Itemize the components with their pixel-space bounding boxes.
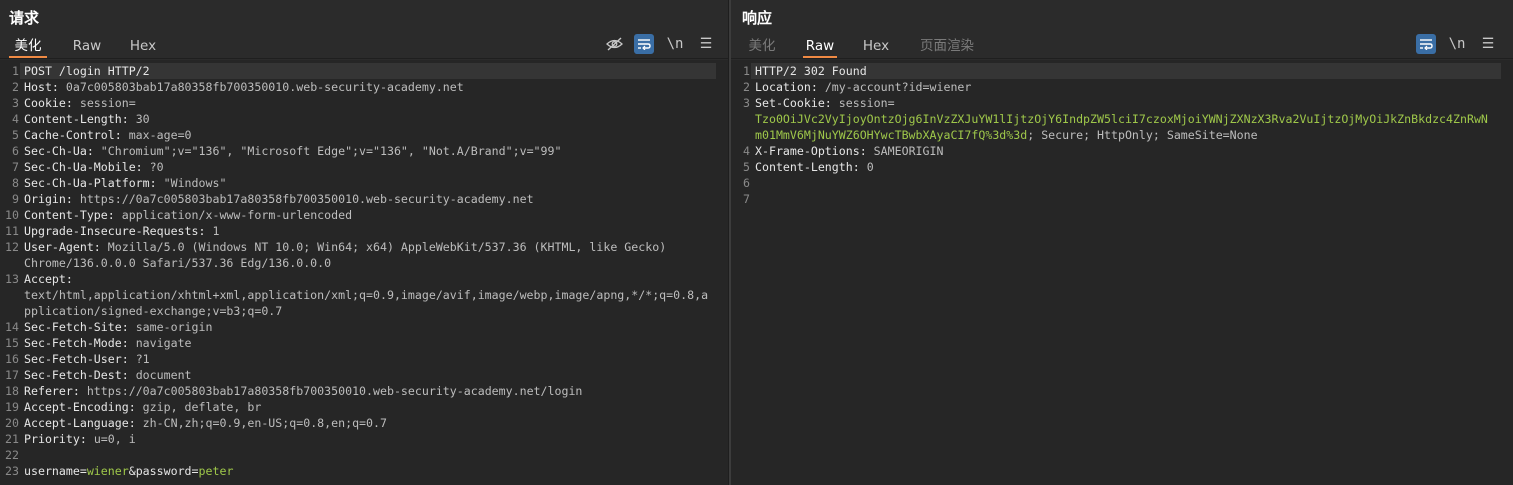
line-content: X-Frame-Options: SAMEORIGIN bbox=[755, 144, 944, 158]
line-content: POST /login HTTP/2 bbox=[24, 64, 150, 78]
line-number: 23 bbox=[5, 464, 19, 478]
line-number: 7 bbox=[743, 192, 750, 206]
line-content: Set-Cookie: session= bbox=[755, 96, 895, 110]
response-pane: 响应 美化 Raw Hex 页面渲染 \n ☰ 1 HTTP/2 302 Foun… bbox=[731, 0, 1513, 485]
line-number: 18 bbox=[5, 384, 19, 398]
line-number: 1 bbox=[12, 64, 19, 78]
line-content: Sec-Ch-Ua-Mobile: ?0 bbox=[24, 160, 164, 174]
line-number: 16 bbox=[5, 352, 19, 366]
line-content: Sec-Fetch-Dest: document bbox=[24, 368, 192, 382]
tab-hex[interactable]: Hex bbox=[126, 36, 160, 56]
line-content: Cache-Control: max-age=0 bbox=[24, 128, 192, 142]
tab-divider bbox=[0, 58, 728, 59]
tab-divider bbox=[731, 58, 1513, 59]
line-content: User-Agent: Mozilla/5.0 (Windows NT 10.0… bbox=[24, 240, 667, 254]
tab-hex[interactable]: Hex bbox=[859, 36, 893, 56]
newline-toggle[interactable]: \n bbox=[1447, 34, 1467, 54]
line-content: Sec-Fetch-Mode: navigate bbox=[24, 336, 192, 350]
menu-icon[interactable]: ☰ bbox=[1478, 34, 1498, 54]
line-number: 8 bbox=[12, 176, 19, 190]
eye-slash-icon[interactable] bbox=[604, 34, 624, 54]
line-number: 1 bbox=[743, 64, 750, 78]
line-content: Content-Length: 0 bbox=[755, 160, 874, 174]
line-content: Content-Type: application/x-www-form-url… bbox=[24, 208, 353, 222]
line-content: Content-Length: 30 bbox=[24, 112, 150, 126]
line-number: 3 bbox=[12, 96, 19, 110]
tab-raw[interactable]: Raw bbox=[803, 36, 837, 58]
line-content: Sec-Ch-Ua-Platform: "Windows" bbox=[24, 176, 227, 190]
line-number: 19 bbox=[5, 400, 19, 414]
line-number: 4 bbox=[12, 112, 19, 126]
line-content: Accept-Encoding: gzip, deflate, br bbox=[24, 400, 262, 414]
line-number: 22 bbox=[5, 448, 19, 462]
line-content: Sec-Fetch-User: ?1 bbox=[24, 352, 150, 366]
line-number: 6 bbox=[12, 144, 19, 158]
tab-raw[interactable]: Raw bbox=[70, 36, 104, 56]
line-content: Priority: u=0, i bbox=[24, 432, 136, 446]
line-number: 2 bbox=[12, 80, 19, 94]
line-content: Sec-Ch-Ua: "Chromium";v="136", "Microsof… bbox=[24, 144, 562, 158]
line-content: text/html,application/xhtml+xml,applicat… bbox=[24, 288, 709, 302]
tab-render[interactable]: 页面渲染 bbox=[917, 36, 977, 56]
wrap-icon[interactable] bbox=[1416, 34, 1436, 54]
line-content: Accept: bbox=[24, 272, 80, 286]
line-number: 5 bbox=[743, 160, 750, 174]
line-content: Tzo0OiJVc2VyIjoyOntzOjg6InVzZXJuYW1lIjtz… bbox=[755, 112, 1488, 126]
wrap-icon[interactable] bbox=[634, 34, 654, 54]
line-number: 3 bbox=[743, 96, 750, 110]
line-content: HTTP/2 302 Found bbox=[755, 64, 867, 78]
line-content: Origin: https://0a7c005803bab17a80358fb7… bbox=[24, 192, 534, 206]
line-number: 17 bbox=[5, 368, 19, 382]
line-content: Cookie: session= bbox=[24, 96, 136, 110]
request-editor[interactable]: 1 POST /login HTTP/2 2 Host: 0a7c005803bab1… bbox=[0, 60, 728, 485]
line-number: 2 bbox=[743, 80, 750, 94]
line-content: Upgrade-Insecure-Requests: 1 bbox=[24, 224, 220, 238]
line-content: Referer: https://0a7c005803bab17a80358fb… bbox=[24, 384, 583, 398]
tab-pretty[interactable]: 美化 bbox=[9, 36, 47, 58]
newline-toggle[interactable]: \n bbox=[665, 34, 685, 54]
line-content: Location: /my-account?id=wiener bbox=[755, 80, 972, 94]
line-number: 6 bbox=[743, 176, 750, 190]
line-number: 11 bbox=[5, 224, 19, 238]
line-number: 4 bbox=[743, 144, 750, 158]
line-content: username=wiener&password=peter bbox=[24, 464, 234, 478]
line-number: 20 bbox=[5, 416, 19, 430]
line-number: 12 bbox=[5, 240, 19, 254]
line-number: 5 bbox=[12, 128, 19, 142]
line-content: Sec-Fetch-Site: same-origin bbox=[24, 320, 213, 334]
line-number: 13 bbox=[5, 272, 19, 286]
response-title: 响应 bbox=[742, 9, 773, 27]
response-editor[interactable]: 1 HTTP/2 302 Found 2 Location: /my-account?… bbox=[731, 60, 1513, 485]
line-number: 7 bbox=[12, 160, 19, 174]
line-content: Host: 0a7c005803bab17a80358fb700350010.w… bbox=[24, 80, 464, 94]
line-number: 10 bbox=[5, 208, 19, 222]
line-number: 14 bbox=[5, 320, 19, 334]
line-number: 15 bbox=[5, 336, 19, 350]
line-number: 21 bbox=[5, 432, 19, 446]
request-title: 请求 bbox=[9, 9, 40, 27]
menu-icon[interactable]: ☰ bbox=[696, 34, 716, 54]
line-content: Chrome/136.0.0.0 Safari/537.36 Edg/136.0… bbox=[24, 256, 332, 270]
line-content: m01MmV6MjNuYWZ6OHYwcTBwbXAyaCI7fQ%3d%3d;… bbox=[755, 128, 1258, 142]
line-content: Accept-Language: zh-CN,zh;q=0.9,en-US;q=… bbox=[24, 416, 387, 430]
tab-pretty[interactable]: 美化 bbox=[745, 36, 779, 56]
request-pane: 请求 美化 Raw Hex \n ☰ 1 POST /login HTTP/2 2 H… bbox=[0, 0, 728, 485]
line-number: 9 bbox=[12, 192, 19, 206]
line-content: pplication/signed-exchange;v=b3;q=0.7 bbox=[24, 304, 283, 318]
